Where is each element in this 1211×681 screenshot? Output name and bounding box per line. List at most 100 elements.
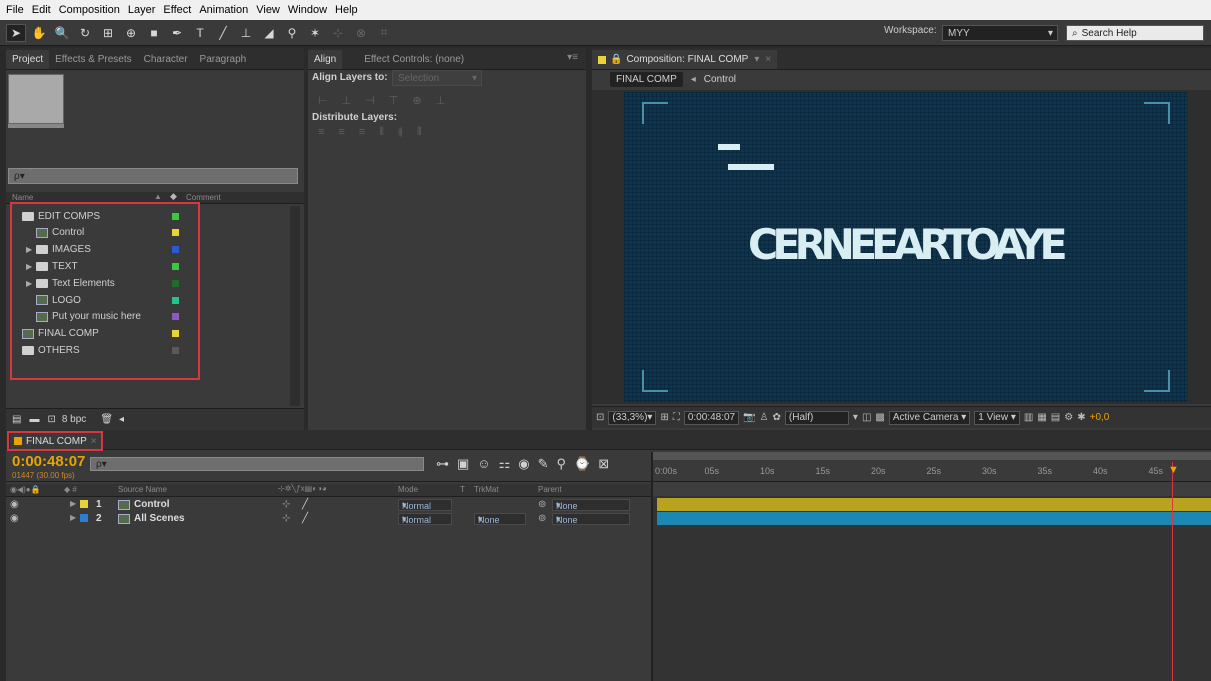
zoom-tool-icon[interactable]: 🔍: [52, 24, 72, 42]
eraser-tool-icon[interactable]: ◢: [259, 24, 279, 42]
hand-tool-icon[interactable]: ✋: [29, 24, 49, 42]
layer-name[interactable]: Control: [134, 499, 170, 510]
layer-label-swatch[interactable]: [80, 514, 88, 522]
eye-icon[interactable]: ◉: [10, 513, 19, 524]
tab-composition[interactable]: 🔒 Composition: FINAL COMP ▾ ×: [592, 50, 778, 69]
layer-label-swatch[interactable]: [80, 500, 88, 508]
align-v-center-icon[interactable]: ⊕: [412, 94, 421, 107]
workspace-dropdown[interactable]: MYY ▾: [942, 25, 1058, 41]
pick-whip-icon[interactable]: ⊚: [538, 513, 546, 524]
quality-switch-icon[interactable]: ╱: [302, 499, 308, 510]
header-source-name[interactable]: Source Name: [118, 485, 167, 494]
distribute-top-icon[interactable]: ≡: [318, 126, 324, 139]
menu-composition[interactable]: Composition: [55, 4, 124, 16]
eye-icon[interactable]: ◉: [10, 499, 19, 510]
align-top-icon[interactable]: ⊤: [389, 94, 399, 107]
toggle-pixel-aspect-icon[interactable]: ▥: [1024, 412, 1033, 423]
pick-whip-icon[interactable]: ⊚: [538, 499, 546, 510]
collapse-switch-icon[interactable]: ⊹: [282, 499, 290, 510]
timeline-layer-row[interactable]: ◉ ▶ 2 All Scenes ⊹ ╱ Normal ▾ None ▾ ⊚ None ▾: [6, 512, 656, 526]
tab-paragraph[interactable]: Paragraph: [194, 50, 253, 69]
work-area-bar[interactable]: [653, 452, 1211, 460]
camera-tool-icon[interactable]: ⊞: [98, 24, 118, 42]
brainstorm-icon[interactable]: ✎: [538, 456, 549, 472]
tab-project[interactable]: Project: [6, 50, 50, 69]
time-ruler[interactable]: 0:00s 05s 10s 15s 20s 25s 30s 35s 40s 45s: [653, 460, 1211, 482]
tab-align[interactable]: Align: [308, 50, 343, 69]
clone-stamp-tool-icon[interactable]: ⊥: [236, 24, 256, 42]
always-preview-icon[interactable]: ⊡: [596, 412, 604, 423]
distribute-left-icon[interactable]: ⫴: [379, 126, 384, 139]
layer-duration-bar[interactable]: [657, 512, 1211, 525]
layer-name[interactable]: All Scenes: [134, 513, 185, 524]
menu-effect[interactable]: Effect: [159, 4, 195, 16]
timeline-options-icon[interactable]: ⊠: [598, 456, 609, 472]
align-to-dropdown[interactable]: Selection ▾: [392, 70, 482, 86]
tab-effect-controls[interactable]: Effect Controls: (none): [358, 50, 470, 69]
align-left-icon[interactable]: ⊢: [318, 94, 328, 107]
breadcrumb-final-comp[interactable]: FINAL COMP: [610, 71, 683, 87]
interpret-footage-icon[interactable]: ▤: [12, 414, 21, 425]
project-scrollbar[interactable]: [290, 206, 300, 406]
menu-animation[interactable]: Animation: [195, 4, 252, 16]
column-name[interactable]: Name: [12, 193, 33, 202]
trkmat-dropdown[interactable]: None ▾: [474, 513, 526, 525]
distribute-h-center-icon[interactable]: ⫵: [398, 126, 403, 139]
snapshot-icon[interactable]: 📷: [743, 412, 755, 423]
parent-dropdown[interactable]: None ▾: [552, 513, 630, 525]
fast-preview-icon[interactable]: ▦: [1037, 412, 1046, 423]
sort-up-icon[interactable]: ▲: [154, 192, 162, 201]
quality-switch-icon[interactable]: ╱: [302, 513, 308, 524]
motion-blur-icon[interactable]: ◉: [518, 456, 529, 472]
timeline-search-input[interactable]: ρ▾: [90, 457, 424, 471]
chevron-down-icon[interactable]: ▾: [754, 54, 759, 65]
search-help-field[interactable]: ⌕ Search Help: [1066, 25, 1204, 41]
comp-canvas[interactable]: CERNEEARTOAYE: [624, 92, 1188, 402]
selection-tool-icon[interactable]: ➤: [6, 23, 26, 42]
graph-editor-icon[interactable]: ⌚: [574, 456, 590, 472]
layer-duration-bar[interactable]: [657, 498, 1211, 511]
axis-view-icon[interactable]: ⌗: [374, 24, 394, 42]
expand-arrow-icon[interactable]: ▶: [70, 499, 76, 508]
pan-behind-tool-icon[interactable]: ⊕: [121, 24, 141, 42]
playhead-marker-icon[interactable]: ▼: [1168, 464, 1179, 476]
close-icon[interactable]: ×: [765, 54, 771, 65]
distribute-bottom-icon[interactable]: ≡: [359, 126, 365, 139]
menu-file[interactable]: File: [2, 4, 28, 16]
bpc-label[interactable]: 8 bpc: [62, 414, 86, 425]
current-time-display[interactable]: 0:00:48:07: [683, 410, 740, 425]
region-of-interest-icon[interactable]: ⛶: [673, 412, 680, 423]
shape-tool-icon[interactable]: ■: [144, 24, 164, 42]
menu-edit[interactable]: Edit: [28, 4, 55, 16]
hide-shy-layers-icon[interactable]: ☺: [477, 456, 490, 472]
chevron-down-icon[interactable]: ▾: [853, 412, 858, 423]
brush-tool-icon[interactable]: ╱: [213, 24, 233, 42]
panel-menu-icon[interactable]: ▾≡: [567, 52, 578, 63]
auto-keyframe-icon[interactable]: ⚲: [556, 456, 566, 472]
magnification-dropdown[interactable]: (33,3%) ▾: [608, 410, 657, 425]
header-mode[interactable]: Mode: [398, 485, 418, 494]
mode-dropdown[interactable]: Normal ▾: [398, 499, 452, 511]
parent-dropdown[interactable]: None ▾: [552, 499, 630, 511]
breadcrumb-control[interactable]: Control: [704, 74, 736, 85]
view-layout-dropdown[interactable]: 1 View ▾: [974, 410, 1020, 425]
axis-local-icon[interactable]: ⊹: [328, 24, 348, 42]
axis-world-icon[interactable]: ⊗: [351, 24, 371, 42]
align-h-center-icon[interactable]: ⊥: [342, 94, 352, 107]
project-search-input[interactable]: ρ▾: [8, 168, 298, 184]
timeline-icon[interactable]: ▤: [1051, 412, 1060, 423]
tab-effects-presets[interactable]: Effects & Presets: [49, 50, 138, 69]
comp-mini-flowchart-icon[interactable]: ⊶: [436, 456, 449, 472]
resolution-dropdown[interactable]: (Half): [784, 410, 849, 425]
roto-brush-tool-icon[interactable]: ⚲: [282, 24, 302, 42]
rotate-tool-icon[interactable]: ↻: [75, 24, 95, 42]
timeline-timecode[interactable]: 0:00:48:07: [12, 453, 85, 470]
pen-tool-icon[interactable]: ✒: [167, 24, 187, 42]
scroll-left-icon[interactable]: ◂: [119, 414, 124, 425]
puppet-tool-icon[interactable]: ✶: [305, 24, 325, 42]
mode-dropdown[interactable]: Normal ▾: [398, 513, 452, 525]
playhead-line[interactable]: [1171, 462, 1173, 681]
lock-icon[interactable]: 🔒: [610, 54, 622, 65]
frame-blending-icon[interactable]: ⚏: [499, 456, 511, 472]
fast-previews-icon[interactable]: ◫: [862, 412, 871, 423]
